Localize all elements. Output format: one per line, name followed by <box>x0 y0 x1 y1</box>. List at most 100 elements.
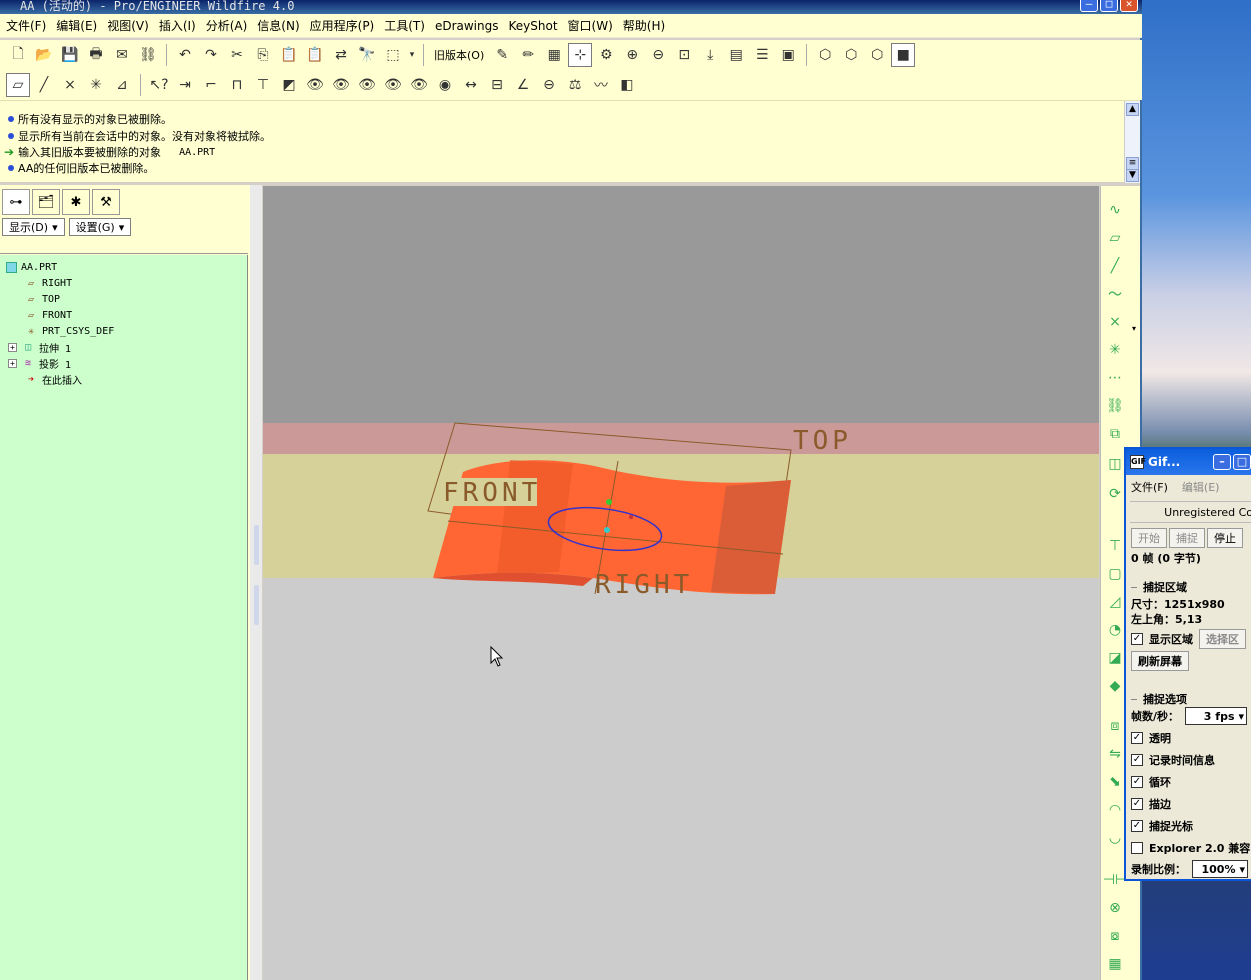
start-button[interactable]: 开始 <box>1131 528 1167 548</box>
measure-area-icon[interactable]: ⊟ <box>485 73 509 97</box>
menu-tools[interactable]: 工具(T) <box>382 17 433 34</box>
refresh-screen-button[interactable]: 刷新屏幕 <box>1131 651 1189 671</box>
expand-icon[interactable]: + <box>8 358 17 368</box>
scroll-up-icon[interactable]: ▲ <box>1126 103 1139 116</box>
new-file-icon[interactable]: 🗋 <box>6 43 30 67</box>
measure-diameter-icon[interactable]: ⊖ <box>537 73 561 97</box>
datum-plane-display-icon[interactable]: ▱ <box>6 73 30 97</box>
view-manager-icon[interactable]: ▣ <box>776 43 800 67</box>
curve-analysis-icon[interactable]: 〰 <box>589 73 613 97</box>
collapse-handle[interactable] <box>254 525 259 565</box>
refit-icon[interactable]: ⊡ <box>672 43 696 67</box>
email-link-icon[interactable]: ⛓ <box>136 43 160 67</box>
menu-help[interactable]: 帮助(H) <box>621 17 673 34</box>
edit-icon[interactable]: ✏ <box>516 43 540 67</box>
shading-icon[interactable]: ■ <box>891 43 916 67</box>
regenerate-icon[interactable]: ⇄ <box>329 43 353 67</box>
tree-item-prt-csys-def[interactable]: ✳ PRT_CSYS_DEF <box>0 323 247 339</box>
menu-edit[interactable]: 编辑(E) <box>54 17 105 34</box>
datum-axis-display-icon[interactable]: ╱ <box>32 73 56 97</box>
sketch-icon[interactable]: ✎ <box>490 43 514 67</box>
model-tree-tab[interactable]: ⊶ <box>2 189 30 215</box>
tree-item-project-1[interactable]: + ≋ 投影 1 <box>0 355 247 371</box>
menu-analysis[interactable]: 分析(A) <box>204 17 256 34</box>
scale-select[interactable]: 100% ▾ <box>1192 860 1248 878</box>
measure-distance-icon[interactable]: ↔ <box>459 73 483 97</box>
menu-edrawings[interactable]: eDrawings <box>433 19 507 33</box>
graphics-window[interactable]: TOP FRONT RIGHT <box>263 186 1099 980</box>
spin-center-icon[interactable]: ⚙ <box>594 43 618 67</box>
tree-item-extrude-1[interactable]: + ◫ 拉伸 1 <box>0 339 247 355</box>
gifcam-menu-edit[interactable]: 编辑(E) <box>1182 479 1220 495</box>
curve-tool-icon[interactable]: 〜 <box>1103 282 1127 306</box>
tree-item-top[interactable]: ▱ TOP <box>0 291 247 307</box>
menu-applications[interactable]: 应用程序(P) <box>308 17 383 34</box>
capture-button[interactable]: 捕捉 <box>1169 528 1205 548</box>
pattern-tool-icon[interactable]: ▦ <box>1103 952 1127 976</box>
show-dropdown-button[interactable]: 显示(D) ▾ <box>2 218 65 236</box>
point-tool-icon[interactable]: × <box>1103 310 1127 334</box>
measure-angle-icon[interactable]: ∠ <box>511 73 535 97</box>
paste-icon[interactable]: 📋 <box>277 43 301 67</box>
no-hidden-icon[interactable]: ⬡ <box>865 43 889 67</box>
cut-icon[interactable]: ✂ <box>225 43 249 67</box>
chevron-down-icon[interactable]: ▾ <box>407 43 417 67</box>
layers-icon[interactable]: ☰ <box>750 43 774 67</box>
stop-button[interactable]: 停止 <box>1207 528 1243 548</box>
undo-icon[interactable]: ↶ <box>173 43 197 67</box>
reorient-icon[interactable]: ⤓ <box>698 43 722 67</box>
surface-analysis-icon[interactable]: ◧ <box>615 73 639 97</box>
folder-browser-tab[interactable]: 🗂 <box>32 189 60 215</box>
loop-checkbox[interactable]: ✓ <box>1131 776 1143 788</box>
redo-icon[interactable]: ↷ <box>199 43 223 67</box>
solidify-tool-icon[interactable]: ⧇ <box>1103 924 1127 948</box>
gifcam-maximize-button[interactable]: □ <box>1233 454 1251 470</box>
explorer-compat-checkbox[interactable] <box>1131 842 1143 854</box>
copy-icon[interactable]: ⎘ <box>251 43 275 67</box>
settings-dropdown-button[interactable]: 设置(G) ▾ <box>68 218 132 236</box>
tree-item-right[interactable]: ▱ RIGHT <box>0 275 247 291</box>
copy-tool-icon[interactable]: ⧉ <box>1103 422 1127 446</box>
rib-icon[interactable]: ⊤ <box>251 73 275 97</box>
menu-info[interactable]: 信息(N) <box>255 17 307 34</box>
close-button[interactable]: ✕ <box>1120 0 1138 12</box>
panel-splitter[interactable] <box>250 185 262 980</box>
scroll-down-icon[interactable]: ▼ <box>1126 169 1139 182</box>
saved-views-icon[interactable]: ▤ <box>724 43 748 67</box>
connections-tab[interactable]: ⚒ <box>92 189 120 215</box>
tree-item-insert-here[interactable]: ➔ 在此插入 <box>0 371 247 387</box>
expand-icon[interactable]: + <box>8 342 17 352</box>
datum-point-display-icon[interactable]: × <box>58 73 82 97</box>
zoom-in-icon[interactable]: ⊕ <box>620 43 644 67</box>
old-version-label[interactable]: 旧版本(O) <box>430 47 488 63</box>
save-icon[interactable]: 💾 <box>58 43 82 67</box>
analysis-tool-icon[interactable]: ⋯ <box>1103 366 1127 390</box>
timestamp-checkbox[interactable]: ✓ <box>1131 754 1143 766</box>
find-icon[interactable]: 🔭 <box>355 43 379 67</box>
draft-icon[interactable]: ◩ <box>277 73 301 97</box>
favorites-tab[interactable]: ✱ <box>62 189 90 215</box>
show-region-checkbox[interactable]: ✓ <box>1131 633 1143 645</box>
csys-display-icon[interactable]: ✳ <box>84 73 108 97</box>
print-icon[interactable]: 🖶 <box>84 43 108 67</box>
fps-select[interactable]: 3 fps ▾ <box>1185 707 1248 725</box>
tree-item-aa-prt[interactable]: AA.PRT <box>0 259 247 275</box>
shell-icon[interactable]: ⊓ <box>225 73 249 97</box>
select-region-button[interactable]: 选择区 <box>1199 629 1246 649</box>
zoom-out-icon[interactable]: ⊖ <box>646 43 670 67</box>
chevron-down-icon[interactable]: ▾ <box>1129 316 1139 340</box>
open-folder-icon[interactable]: 📂 <box>32 43 56 67</box>
wireframe-icon[interactable]: ⬡ <box>813 43 837 67</box>
capture-cursor-checkbox[interactable]: ✓ <box>1131 820 1143 832</box>
plane-tool-icon[interactable]: ▱ <box>1103 226 1127 250</box>
visibility-icon[interactable]: 👁 <box>407 73 431 97</box>
border-checkbox[interactable]: ✓ <box>1131 798 1143 810</box>
email-icon[interactable]: ✉ <box>110 43 134 67</box>
point-snap-icon[interactable]: ⊹ <box>568 43 593 67</box>
menu-view[interactable]: 视图(V) <box>105 17 157 34</box>
hidden-line-icon[interactable]: ⬡ <box>839 43 863 67</box>
model-viewport[interactable]: TOP FRONT RIGHT <box>263 186 1099 980</box>
message-scrollbar[interactable]: ▲ ≡ ▼ <box>1124 101 1140 183</box>
transparent-checkbox[interactable]: ✓ <box>1131 732 1143 744</box>
expand-handle[interactable] <box>254 585 259 625</box>
